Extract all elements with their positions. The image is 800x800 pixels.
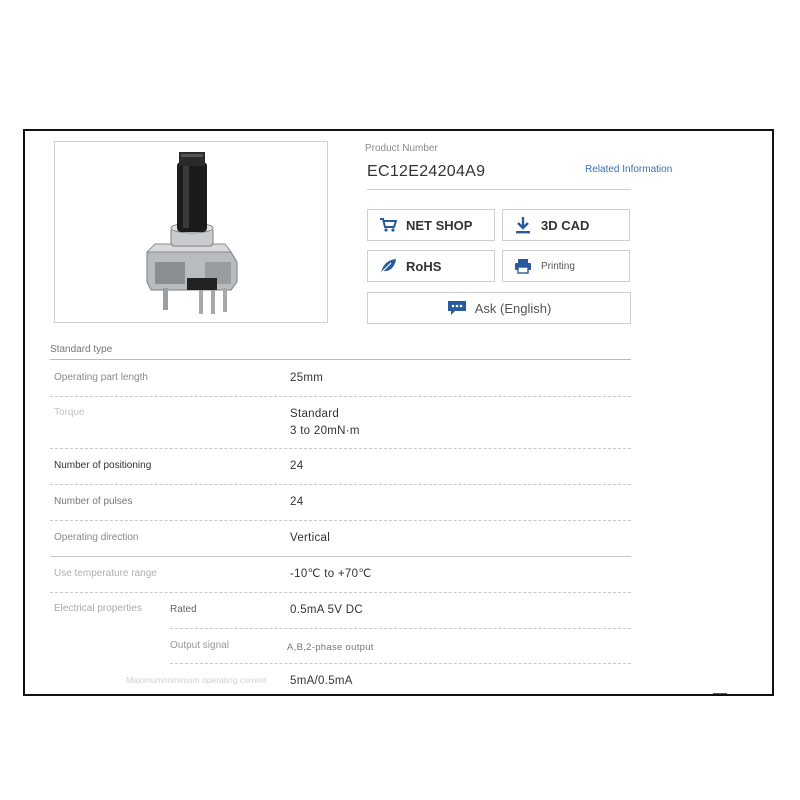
spec-label: Electrical properties	[54, 603, 142, 614]
rohs-label: RoHS	[406, 258, 442, 274]
spec-value: 0.5mA 5V DC	[290, 604, 363, 616]
spec-value: -10℃ to +70℃	[290, 568, 372, 580]
row-divider	[170, 663, 631, 664]
spec-sublabel: Output signal	[170, 640, 229, 651]
ask-english-label: Ask (English)	[474, 300, 552, 316]
net-shop-button[interactable]: NET SHOP	[367, 209, 495, 241]
related-information-link[interactable]: Related Information	[585, 164, 672, 175]
row-divider	[50, 592, 631, 593]
chat-bubble-icon	[447, 298, 467, 318]
leaf-icon	[378, 256, 398, 276]
spec-value: 24	[290, 460, 304, 472]
spec-sublabel: Maximum/minimum operating current	[126, 675, 267, 685]
row-divider	[50, 556, 631, 557]
product-number-divider	[367, 189, 631, 190]
spec-label: Operating direction	[54, 532, 139, 543]
printing-button[interactable]: Printing	[502, 250, 630, 282]
spec-label: Operating part length	[54, 372, 148, 383]
spec-label: Number of positioning	[54, 460, 152, 471]
spec-value: 24	[290, 496, 304, 508]
spec-value-line2: 3 to 20mN·m	[290, 425, 360, 437]
product-number: EC12E24204A9	[367, 163, 486, 180]
spec-value: A,B,2-phase output	[287, 642, 374, 653]
cart-icon	[378, 215, 398, 235]
spec-label: Use temperature range	[54, 568, 157, 579]
spec-value: 5mA/0.5mA	[290, 675, 353, 687]
3d-cad-label: 3D CAD	[541, 217, 590, 233]
corner-badge	[713, 693, 727, 694]
spec-value: Vertical	[290, 532, 331, 544]
row-divider	[50, 448, 631, 449]
rohs-button[interactable]: RoHS	[367, 250, 495, 282]
row-divider	[170, 628, 631, 629]
section-divider	[50, 359, 631, 360]
product-page-frame: Product Number EC12E24204A9 Related Info…	[23, 129, 774, 696]
printing-label: Printing	[541, 260, 575, 272]
spec-value: 25mm	[290, 372, 324, 384]
row-divider	[50, 520, 631, 521]
standard-type-heading: Standard type	[50, 344, 113, 355]
net-shop-label: NET SHOP	[406, 217, 473, 233]
ask-english-button[interactable]: Ask (English)	[367, 292, 631, 324]
3d-cad-button[interactable]: 3D CAD	[502, 209, 630, 241]
spec-label: Torque	[54, 407, 85, 418]
spec-label: Number of pulses	[54, 496, 133, 507]
printer-icon	[513, 256, 533, 276]
spec-value-line1: Standard	[290, 408, 340, 420]
product-image	[54, 141, 328, 323]
download-icon	[513, 215, 533, 235]
row-divider	[50, 484, 631, 485]
row-divider	[50, 396, 631, 397]
rotary-encoder-illustration	[145, 152, 238, 314]
spec-sublabel: Rated	[170, 604, 197, 615]
product-number-label: Product Number	[365, 143, 438, 154]
